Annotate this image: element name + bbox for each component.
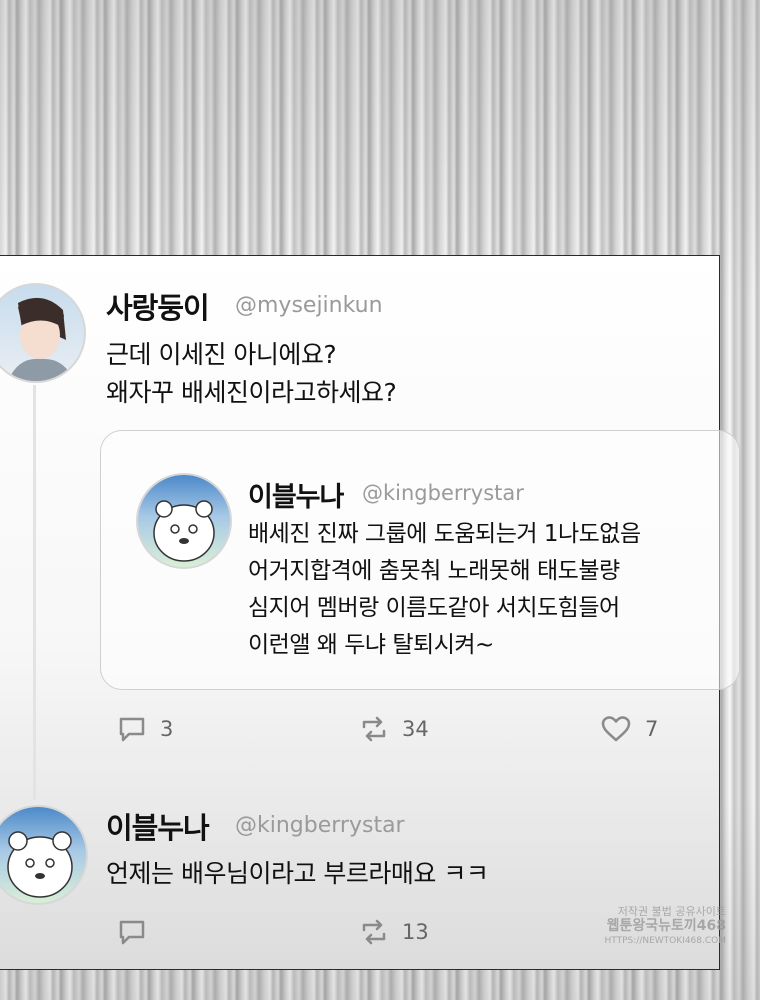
post-text-line-1: 근데 이세진 아니에요? [106,340,337,369]
retweet-icon [362,716,386,742]
boy-portrait-icon [8,297,74,381]
quote-text-line-1: 배세진 진짜 그룹에 도움되는거 1나도없음 [248,521,641,547]
site-watermark: 저작권 불법 공유사이트 웹툰왕국뉴토끼468 HTTPS://NEWTOKI4… [605,905,726,948]
reply-action[interactable]: 3 [118,715,173,743]
thread-connector [33,385,36,800]
reply-reply-action[interactable] [118,918,146,946]
quote-avatar[interactable] [136,473,232,569]
retweet-action[interactable]: 34 [360,715,429,743]
post-author-name[interactable]: 사랑둥이 [106,285,210,327]
quote-text-line-2: 어거지합격에 춤못춰 노래못해 태도불량 [248,558,620,584]
watermark-line-2: 웹툰왕국뉴토끼468 [606,918,726,934]
reply-text: 언제는 배우님이라고 부르라매요 ㅋㅋ [106,859,489,888]
quote-author-handle[interactable]: @kingberrystar [362,481,524,505]
speech-bubble-icon [119,717,145,742]
heart-icon [601,716,631,742]
reply-author-name[interactable]: 이블누나 [106,805,210,847]
quote-text-line-4: 이런앨 왜 두냐 탈퇴시켜~ [248,632,494,658]
speech-bubble-icon [119,920,145,945]
post-author-handle[interactable]: @mysejinkun [235,293,383,318]
retweet-icon [362,919,386,945]
reply-retweet-action[interactable]: 13 [360,918,429,946]
reply-retweet-count: 13 [402,920,429,944]
reply-count: 3 [160,717,174,741]
watermark-line-3: HTTPS://NEWTOKI468.COM [604,936,726,946]
retweet-count: 34 [402,717,429,741]
bear-character-icon [153,500,215,562]
quote-text-line-3: 심지어 멤버랑 이름도같아 서치도힘들어 [248,595,620,621]
like-action[interactable]: 7 [601,715,658,743]
like-count: 7 [645,717,659,741]
quote-author-name[interactable]: 이블누나 [248,475,344,514]
watermark-line-1: 저작권 불법 공유사이트 [617,905,726,918]
post-text-line-2: 왜자꾸 배세진이라고하세요? [106,378,397,407]
bear-character-icon [7,831,73,898]
reply-author-handle[interactable]: @kingberrystar [235,813,405,838]
